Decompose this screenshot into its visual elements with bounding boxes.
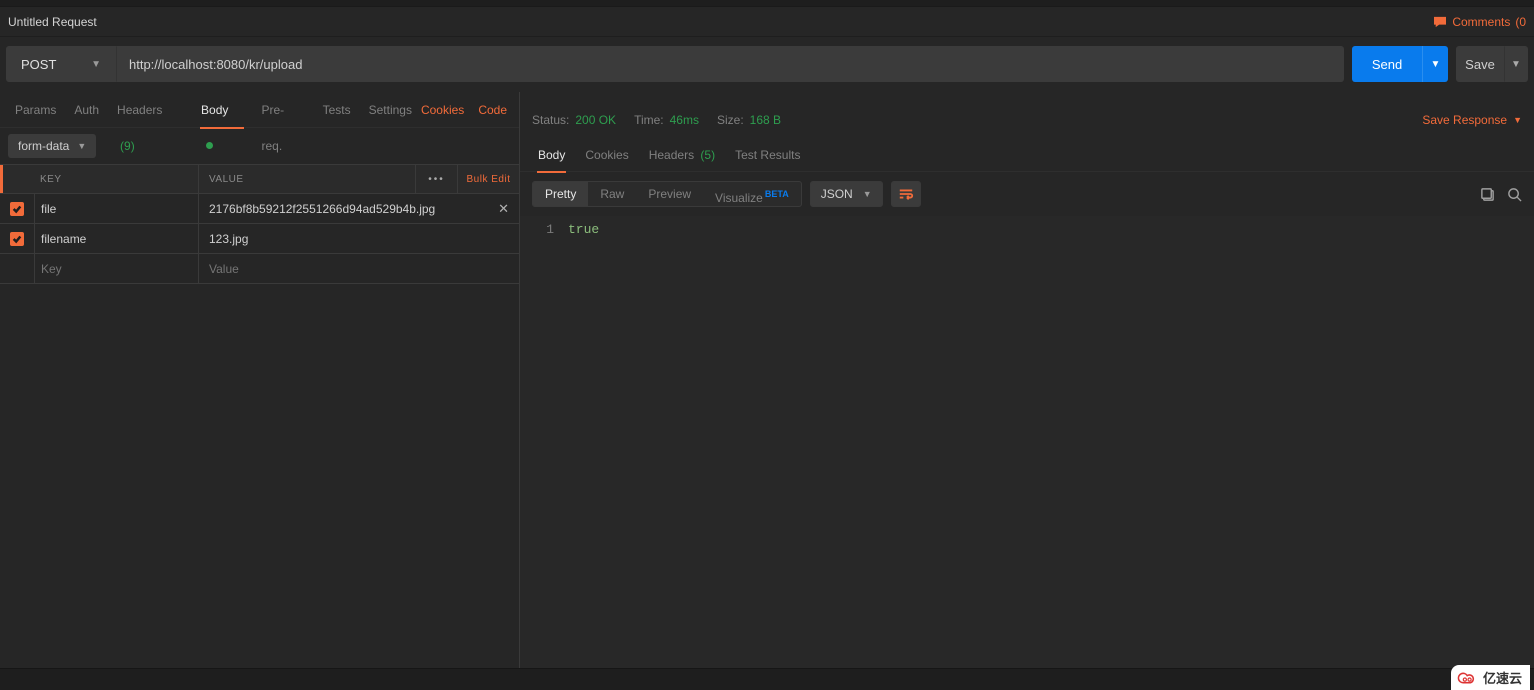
comments-label: Comments xyxy=(1452,15,1510,29)
table-row xyxy=(0,224,519,254)
send-button[interactable]: Send xyxy=(1352,46,1422,82)
response-pane: Status: 200 OK Time: 46ms Size: 168 B Sa… xyxy=(520,92,1534,690)
language-select[interactable]: JSON ▼ xyxy=(810,181,883,207)
response-view-controls: Pretty Raw Preview VisualizeBETA JSON ▼ xyxy=(520,172,1534,216)
send-dropdown-button[interactable]: ▼ xyxy=(1422,46,1448,82)
status-value: 200 OK xyxy=(575,113,616,127)
table-row: ✕ xyxy=(0,194,519,224)
request-bar: POST ▼ Send ▼ Save ▼ xyxy=(0,37,1534,92)
modified-dot-icon xyxy=(206,142,213,149)
size-label: Size: xyxy=(717,113,744,127)
view-raw[interactable]: Raw xyxy=(588,182,636,206)
kv-value-input[interactable] xyxy=(209,232,519,246)
chevron-down-icon: ▼ xyxy=(863,189,872,199)
kv-key-header: KEY xyxy=(34,174,198,185)
response-content: true xyxy=(568,222,599,237)
body-type-select[interactable]: form-data ▼ xyxy=(8,134,96,158)
bulk-edit-link[interactable]: Bulk Edit xyxy=(457,165,519,193)
resp-tab-test-results[interactable]: Test Results xyxy=(725,138,810,172)
response-tabs: Body Cookies Headers (5) Test Results xyxy=(520,138,1534,172)
comment-icon xyxy=(1433,16,1447,28)
time-value: 46ms xyxy=(670,113,699,127)
resp-tab-headers[interactable]: Headers (5) xyxy=(639,138,725,172)
body-type-value: form-data xyxy=(18,139,69,153)
resp-headers-count-badge: (5) xyxy=(700,148,715,162)
chevron-down-icon: ▼ xyxy=(1431,59,1441,70)
kv-key-input[interactable] xyxy=(41,232,198,246)
tab-settings[interactable]: Settings xyxy=(360,92,421,128)
size-value: 168 B xyxy=(750,113,781,127)
request-title: Untitled Request xyxy=(8,15,97,29)
kv-more-button[interactable]: ••• xyxy=(415,165,457,193)
chevron-down-icon: ▼ xyxy=(77,141,86,151)
tab-params[interactable]: Params xyxy=(6,92,65,128)
response-body: 1 true xyxy=(520,216,1534,690)
kv-header-row: KEY VALUE ••• Bulk Edit xyxy=(0,164,519,194)
cookies-link[interactable]: Cookies xyxy=(421,103,464,117)
kv-key-input[interactable] xyxy=(41,262,198,276)
http-method-select[interactable]: POST ▼ xyxy=(6,46,116,82)
chevron-down-icon: ▼ xyxy=(1511,59,1521,70)
clear-icon[interactable]: ✕ xyxy=(498,201,509,217)
status-label: Status: xyxy=(532,113,569,127)
url-input[interactable] xyxy=(116,46,1344,82)
response-status-bar: Status: 200 OK Time: 46ms Size: 168 B Sa… xyxy=(520,92,1534,138)
table-row-placeholder xyxy=(0,254,519,284)
headers-count-badge: (9) xyxy=(120,139,135,153)
kv-value-input[interactable] xyxy=(209,262,519,276)
search-icon[interactable] xyxy=(1507,187,1522,202)
line-number: 1 xyxy=(520,222,568,237)
kv-key-input[interactable] xyxy=(41,202,198,216)
save-response-button[interactable]: Save Response ▼ xyxy=(1422,113,1522,127)
status-bar xyxy=(0,668,1534,690)
wrap-lines-button[interactable] xyxy=(891,181,921,207)
tab-auth[interactable]: Auth xyxy=(65,92,108,128)
wrap-icon xyxy=(898,187,914,201)
save-dropdown-button[interactable]: ▼ xyxy=(1504,46,1528,82)
check-icon xyxy=(12,234,22,244)
tab-body[interactable]: Body xyxy=(192,92,252,128)
resp-tab-cookies[interactable]: Cookies xyxy=(575,138,638,172)
tab-tests[interactable]: Tests xyxy=(314,92,360,128)
resp-tab-body[interactable]: Body xyxy=(528,138,575,172)
tab-headers[interactable]: Headers (9) xyxy=(108,92,192,128)
view-mode-tabs: Pretty Raw Preview VisualizeBETA xyxy=(532,181,802,207)
row-enabled-checkbox[interactable] xyxy=(10,202,24,216)
code-link[interactable]: Code xyxy=(478,103,507,117)
kv-value-header: VALUE xyxy=(198,165,415,193)
check-icon xyxy=(12,204,22,214)
view-preview[interactable]: Preview xyxy=(636,182,703,206)
row-enabled-checkbox[interactable] xyxy=(10,232,24,246)
chevron-down-icon: ▼ xyxy=(91,59,101,70)
watermark: 亿速云 xyxy=(1451,665,1530,690)
cloud-icon xyxy=(1457,670,1479,686)
title-bar: Untitled Request Comments (0 xyxy=(0,7,1534,37)
comments-link[interactable]: Comments (0 xyxy=(1433,15,1526,29)
time-label: Time: xyxy=(634,113,664,127)
view-visualize[interactable]: VisualizeBETA xyxy=(703,182,801,206)
view-pretty[interactable]: Pretty xyxy=(533,182,588,206)
language-value: JSON xyxy=(821,187,853,201)
copy-icon[interactable] xyxy=(1480,187,1495,202)
kv-value-input[interactable] xyxy=(209,202,519,216)
request-tabs: Params Auth Headers (9) Body Pre-req. Te… xyxy=(0,92,519,128)
chevron-down-icon: ▼ xyxy=(1513,115,1522,125)
comments-count: (0 xyxy=(1515,15,1526,29)
save-button[interactable]: Save xyxy=(1456,46,1504,82)
save-response-label: Save Response xyxy=(1422,113,1507,127)
beta-badge: BETA xyxy=(765,189,789,199)
request-pane: Params Auth Headers (9) Body Pre-req. Te… xyxy=(0,92,520,690)
watermark-text: 亿速云 xyxy=(1483,668,1522,687)
http-method-value: POST xyxy=(21,57,56,72)
tab-prereq[interactable]: Pre-req. xyxy=(252,92,313,128)
